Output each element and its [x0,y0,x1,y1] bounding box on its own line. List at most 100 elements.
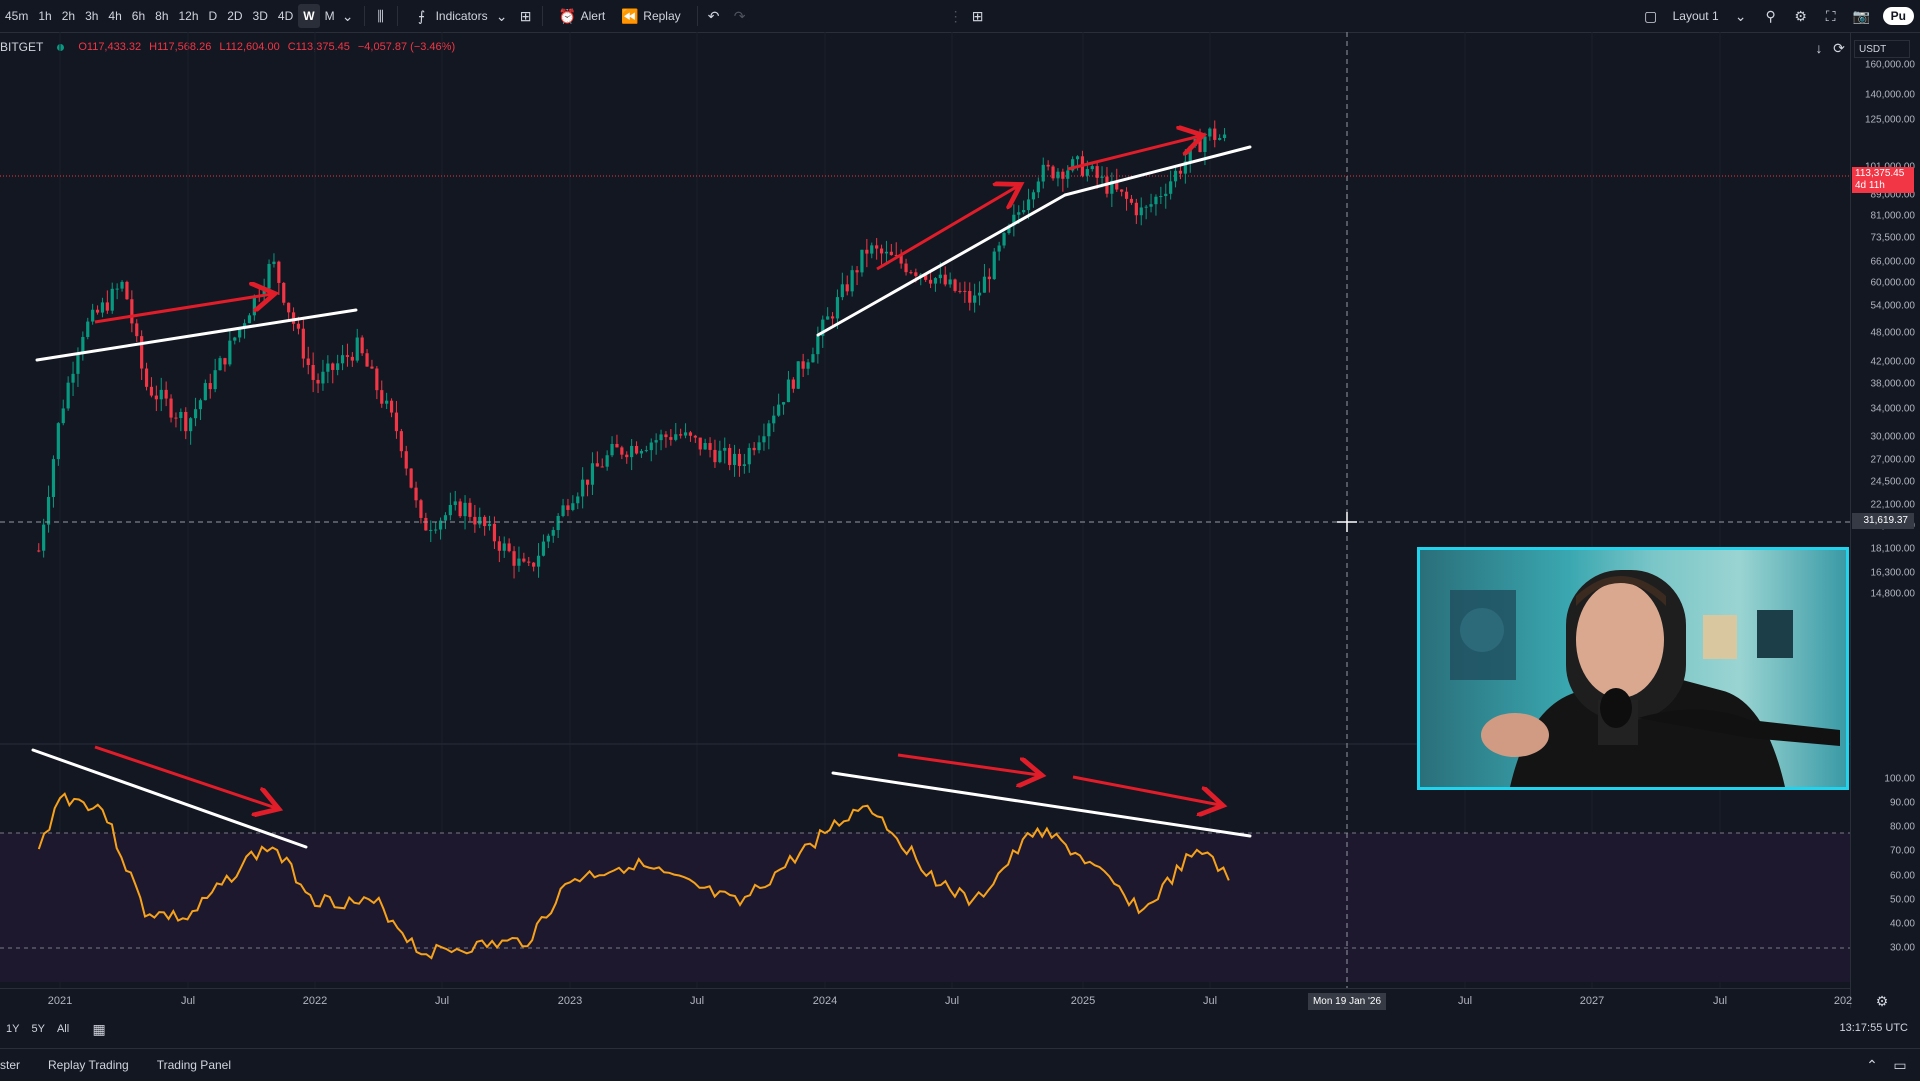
candle-body [159,389,163,400]
candle-body [762,436,766,443]
chevron-down-icon[interactable]: ⌄ [340,8,356,24]
candle-body [272,261,276,264]
candle-body [943,274,947,285]
timeframe-3d[interactable]: 3D [248,4,273,28]
rsi-label: 50.00 [1889,894,1915,906]
range-all[interactable]: All [57,1023,69,1035]
redo-icon[interactable]: ↷ [732,8,748,24]
calendar-icon[interactable]: ▦ [91,1021,107,1037]
candle-body [208,383,212,390]
drag-handle-icon[interactable]: ⋮ [948,8,964,24]
candle-body [473,516,477,525]
chevron-up-icon[interactable]: ⌃ [1864,1057,1880,1073]
time-label: 2022 [302,995,328,1007]
candle-body [698,437,702,450]
candle-body [728,447,732,465]
gear-icon[interactable]: ⚙ [1793,8,1809,24]
time-axis[interactable]: 2021 Jul 2022 Jul 2023 Jul 2024 Jul 2025 Jul Jul 20… [0,988,1888,1013]
timeframe-4h[interactable]: 4h [103,4,126,28]
time-axis-settings-icon[interactable]: ⚙ [1874,993,1890,1009]
candle-body [458,501,462,517]
annotation-arrows[interactable] [94,136,1220,808]
timeframe-w[interactable]: W [298,4,320,28]
camera-icon[interactable]: 📷 [1853,8,1870,24]
candle-body [904,263,908,273]
auto-scale-icon[interactable]: ⟳ [1831,40,1847,56]
timeframe-6h[interactable]: 6h [127,4,150,28]
candle-body [561,505,565,516]
webcam-person-image [1450,570,1840,787]
undo-icon[interactable]: ↶ [706,8,722,24]
arrow-price-2024[interactable] [876,186,1018,271]
timeframe-2h[interactable]: 2h [57,4,80,28]
range-5y[interactable]: 5Y [31,1023,44,1035]
publish-button[interactable]: Pu [1882,7,1914,25]
arrow-price-2021[interactable] [94,294,272,324]
arrow-rsi-2024[interactable] [897,753,1039,775]
templates-icon[interactable]: ⊞ [518,8,534,24]
toolbar-right: ▢ Layout 1 ⌄ ⚲ ⚙ ⛶ 📷 Pu [1643,0,1920,32]
candle-body [1046,164,1050,167]
candle-body [997,245,1001,252]
alert-button[interactable]: ⏰ Alert [551,4,614,28]
currency-selector[interactable]: USDT [1854,40,1910,58]
rsi-band [0,833,1850,982]
chevron-down-icon[interactable]: ⌄ [1733,8,1749,24]
candle-body [865,249,869,254]
timeframe-1h[interactable]: 1h [33,4,56,28]
timeframe-4d[interactable]: 4D [273,4,298,28]
candle-body [551,530,555,536]
candle-body [973,295,977,303]
tab-trading-panel[interactable]: Trading Panel [143,1058,245,1072]
candle-body [654,440,658,443]
scroll-down-icon[interactable]: ↓ [1811,40,1827,56]
timeframe-3h[interactable]: 3h [80,4,103,28]
candle-body [781,402,786,405]
layout-grid-icon[interactable]: ⊞ [970,8,986,24]
timeframe-12h[interactable]: 12h [174,4,204,28]
timeframe-45m[interactable]: 45m [0,4,33,28]
arrow-rsi-2025[interactable] [1072,775,1220,805]
time-label: 202 [1833,995,1853,1007]
replay-button[interactable]: ⏪ Replay [613,4,688,28]
price-label: 66,000.00 [1870,256,1916,268]
timeframe-8h[interactable]: 8h [150,4,173,28]
candle-body [228,340,232,365]
maximize-panel-icon[interactable]: ▭ [1892,1057,1908,1073]
candle-body [669,437,673,440]
layout-square-icon[interactable]: ▢ [1643,8,1659,24]
arrow-rsi-2021[interactable] [94,745,276,808]
candle-body [1031,192,1036,200]
trendline-2024-rise[interactable] [816,193,1067,337]
price-label: 125,000.00 [1864,114,1915,126]
timeframe-2d[interactable]: 2D [222,4,247,28]
candle-body [625,454,629,458]
tab-replay-trading[interactable]: Replay Trading [34,1058,143,1072]
layout-label[interactable]: Layout 1 [1673,9,1719,23]
candle-body [752,447,756,451]
quick-search-icon[interactable]: ⚲ [1763,8,1779,24]
price-chart[interactable] [0,32,1850,988]
fullscreen-icon[interactable]: ⛶ [1823,8,1839,24]
candle-body [713,449,717,463]
candle-body [723,447,727,451]
indicators-button[interactable]: ⨍ Indicators ⌄ [406,4,518,28]
candle-body [463,502,467,517]
candle-body [492,523,497,542]
trendline-rsi-2024[interactable] [831,771,1252,838]
candle-body [806,362,810,369]
range-1y[interactable]: 1Y [6,1023,19,1035]
tab-pine-editor[interactable]: ster [0,1058,34,1072]
candle-body [453,501,457,505]
candle-body [581,479,585,497]
timeframe-m[interactable]: M [320,4,340,28]
price-label: 27,000.00 [1870,454,1916,466]
candle-body [350,356,354,361]
candle-body [1100,176,1104,178]
timeframe-d[interactable]: D [204,4,223,28]
utc-clock[interactable]: 13:17:55 UTC [1840,1022,1908,1034]
candle-body [830,316,835,319]
candle-style-icon[interactable]: ⫼ [373,8,389,24]
toolbar-divider [363,6,365,26]
trendlines[interactable] [31,145,1252,849]
